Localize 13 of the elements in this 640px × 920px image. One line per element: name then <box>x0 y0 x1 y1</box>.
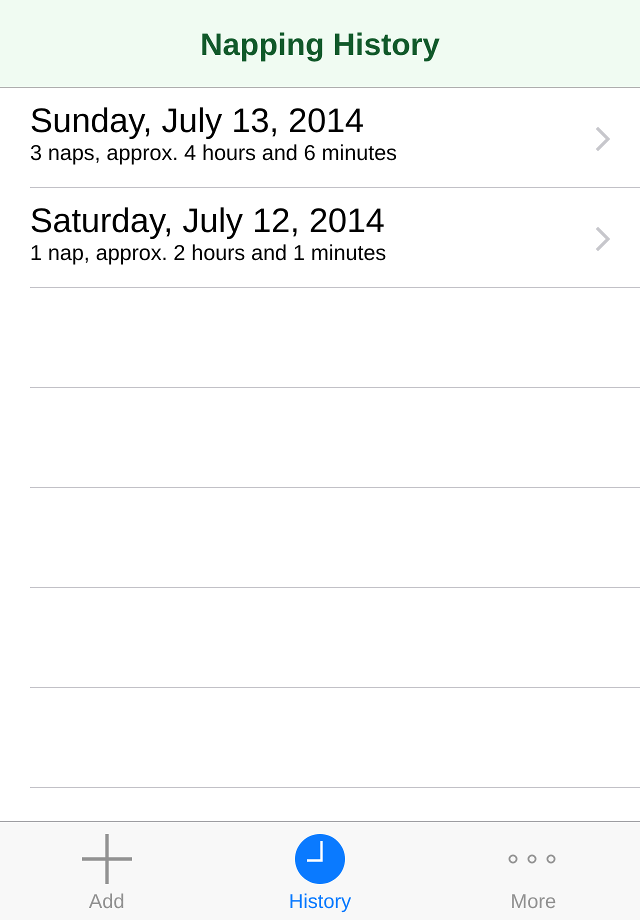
day-date[interactable]: Saturday, July 12, 2014 <box>30 202 385 240</box>
tab-button[interactable]: More <box>426 822 640 920</box>
more-icon <box>508 854 558 864</box>
day-summary: 1 nap, approx. 2 hours and 1 minutes <box>30 240 386 266</box>
clock-icon <box>294 834 345 884</box>
chevron-icon <box>596 127 610 151</box>
chevron-icon <box>596 227 610 251</box>
header-title: Napping History <box>200 26 440 62</box>
day-summary: 3 naps, approx. 4 hours and 6 minutes <box>30 140 397 166</box>
day-date[interactable]: Sunday, July 13, 2014 <box>30 102 364 140</box>
tab-button[interactable]: Add <box>0 822 214 920</box>
tab-button[interactable]: History <box>213 822 427 920</box>
plus-icon <box>82 834 132 884</box>
